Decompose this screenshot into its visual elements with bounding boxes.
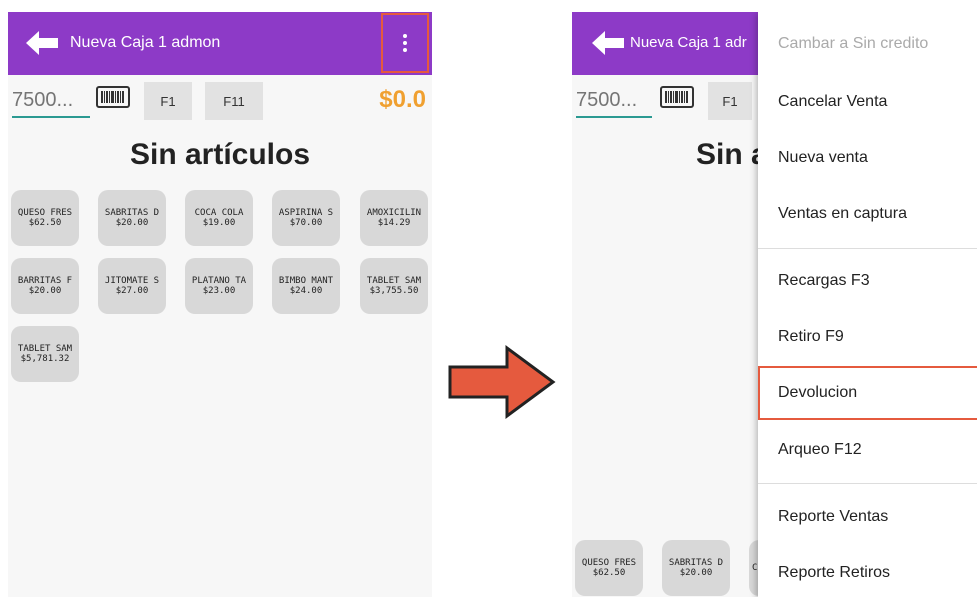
menu-item-reporte-ventas[interactable]: Reporte Ventas [758,489,977,545]
product-tile[interactable]: QUESO FRES $62.50 [11,190,79,246]
quantity-input[interactable] [12,84,90,118]
product-price: $24.00 [289,286,323,296]
f1-button[interactable]: F1 [144,82,192,120]
product-name: QUESO FRES [581,558,637,568]
product-name: TABLET SAM [366,276,422,286]
back-arrow-icon[interactable] [26,30,58,56]
product-price: $20.00 [115,218,149,228]
product-name: ASPIRINA S [278,208,334,218]
product-name: SABRITAS D [668,558,724,568]
barcode-icon [101,91,125,103]
menu-item-cambiar-sin-credito: Cambar a Sin credito [778,35,929,52]
menu-item-nueva-venta[interactable]: Nueva venta [758,130,977,186]
product-name: TABLET SAM [17,344,73,354]
product-price: $20.00 [28,286,62,296]
sale-toolbar: F1 F11 $0.0 [8,78,432,124]
product-price: $62.50 [592,568,626,578]
menu-item-recargas[interactable]: Recargas F3 [758,253,977,309]
f1-button[interactable]: F1 [708,82,752,120]
product-price: $3,755.50 [369,286,419,296]
right-screen: Nueva Caja 1 adr F1 Sin a QUESO FRES$62.… [572,12,977,597]
product-tile[interactable]: SABRITAS D $20.00 [98,190,166,246]
product-tile[interactable]: ASPIRINA S $70.00 [272,190,340,246]
right-arrow-icon [448,345,556,419]
product-tile[interactable]: BARRITAS F $20.00 [11,258,79,314]
product-tile[interactable]: AMOXICILIN $14.29 [360,190,428,246]
menu-item-retiro[interactable]: Retiro F9 [758,309,977,365]
product-name: AMOXICILIN [366,208,422,218]
left-screen: Nueva Caja 1 admon F1 F11 $0.0 Sin artíc… [8,12,432,597]
sale-total: $0.0 [379,86,426,113]
barcode-button[interactable] [660,86,694,108]
product-tile[interactable]: QUESO FRES $62.50 [575,540,643,596]
product-tile[interactable]: SABRITAS D $20.00 [662,540,730,596]
product-price: $23.00 [202,286,236,296]
product-name: BARRITAS F [17,276,73,286]
product-name: SABRITAS D [104,208,160,218]
product-name: BIMBO MANT [278,276,334,286]
more-options-button[interactable] [381,13,429,73]
product-tile[interactable]: BIMBO MANT $24.00 [272,258,340,314]
overflow-menu: Cambar a Sin credito Cancelar Venta Nuev… [758,12,977,597]
menu-item-reporte-retiros[interactable]: Reporte Retiros [758,545,977,597]
product-price: $27.00 [115,286,149,296]
empty-cart-message: Sin a [696,138,768,171]
product-price: $20.00 [679,568,713,578]
menu-item-cancelar-venta[interactable]: Cancelar Venta [758,74,977,130]
barcode-icon [665,91,689,103]
product-name: COCA COLA [194,208,244,218]
product-price: $5,781.32 [20,354,70,364]
product-price: $62.50 [28,218,62,228]
product-tile[interactable]: PLATANO TA $23.00 [185,258,253,314]
f11-button[interactable]: F11 [205,82,263,120]
product-name: PLATANO TA [191,276,247,286]
menu-item-ventas-en-captura[interactable]: Ventas en captura [758,186,977,242]
menu-divider [758,248,977,249]
quantity-input[interactable] [576,84,652,118]
product-tile[interactable]: COCA COLA $19.00 [185,190,253,246]
back-arrow-icon[interactable] [592,30,624,56]
app-title: Nueva Caja 1 adr [630,34,747,51]
product-name: JITOMATE S [104,276,160,286]
menu-item-devolucion[interactable]: Devolucion [758,365,977,421]
product-tile[interactable]: JITOMATE S $27.00 [98,258,166,314]
menu-item-arqueo[interactable]: Arqueo F12 [758,422,977,478]
product-price: $70.00 [289,218,323,228]
product-price: $19.00 [202,218,236,228]
app-bar: Nueva Caja 1 admon [8,12,432,75]
product-tile[interactable]: TABLET SAM $5,781.32 [11,326,79,382]
product-name: QUESO FRES [17,208,73,218]
menu-divider [758,483,977,484]
app-title: Nueva Caja 1 admon [70,34,221,51]
product-tile[interactable]: TABLET SAM $3,755.50 [360,258,428,314]
empty-cart-message: Sin artículos [129,138,311,171]
barcode-button[interactable] [96,86,130,108]
more-vert-icon [403,33,407,54]
product-price: $14.29 [377,218,411,228]
